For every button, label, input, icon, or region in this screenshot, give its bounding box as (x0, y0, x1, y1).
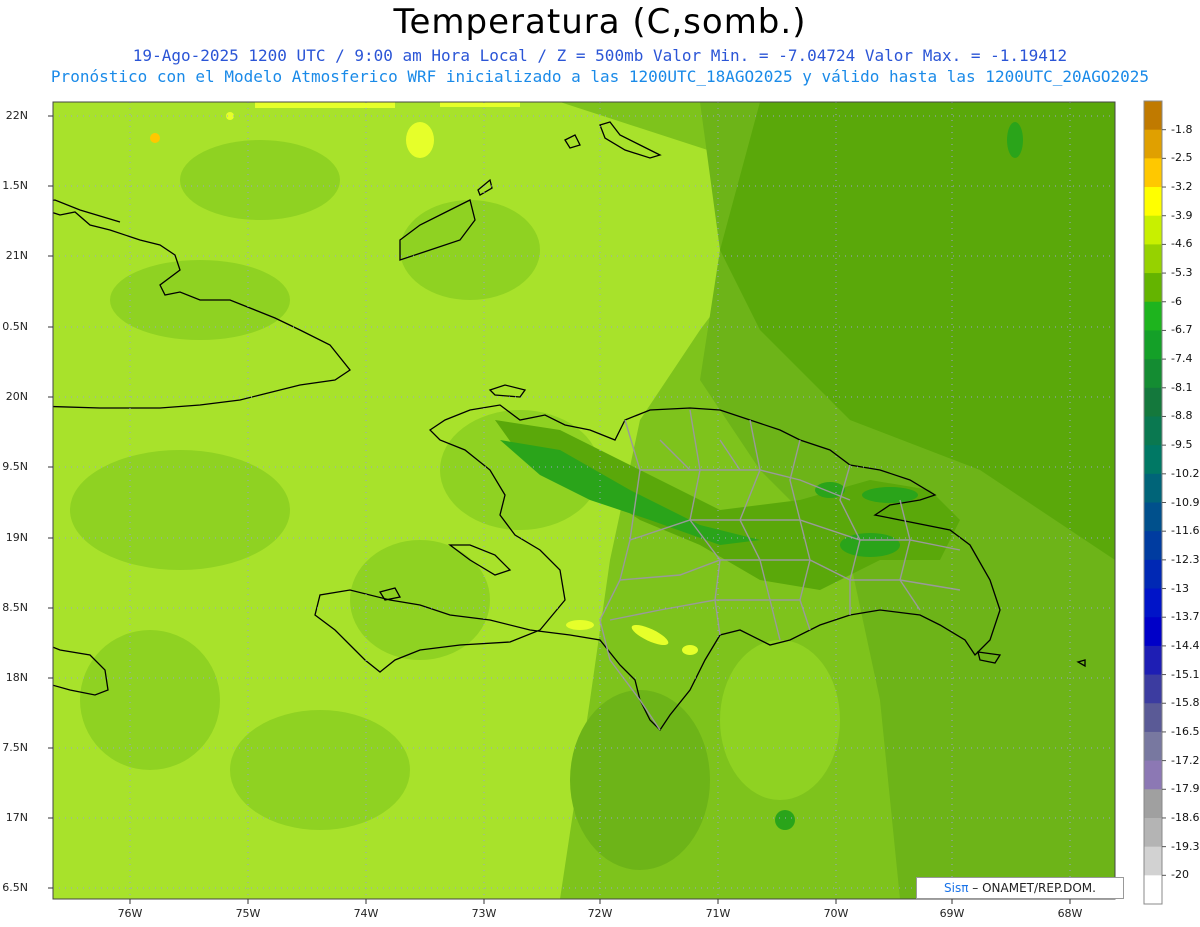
colorbar-label: -14.4 (1171, 638, 1200, 652)
colorbar-cell (1144, 846, 1162, 876)
pi-symbol: π (961, 881, 969, 895)
lat-label: 21N (5, 249, 28, 262)
lon-label: 72W (587, 907, 613, 920)
colorbar-cell (1144, 445, 1162, 475)
colorbar-label: -17.2 (1171, 753, 1200, 767)
lat-label: 7.5N (2, 741, 28, 754)
colorbar-cell (1144, 359, 1162, 389)
lon-label: 69W (939, 907, 965, 920)
lat-label: 8.5N (2, 601, 28, 614)
lon-label: 71W (705, 907, 731, 920)
colorbar-label: -1.8 (1171, 122, 1193, 136)
colorbar-cell (1144, 731, 1162, 762)
colorbar-label: -15.8 (1171, 696, 1200, 710)
lon-label: 74W (353, 907, 379, 920)
colorbar-label: -3.2 (1171, 180, 1193, 194)
colorbar-label: -13 (1171, 581, 1189, 595)
colorbar-label: -18.6 (1171, 810, 1200, 824)
lat-label: 17N (5, 811, 28, 824)
colorbar-cell (1144, 101, 1162, 131)
colorbar-cell (1144, 617, 1162, 647)
colorbar-cell (1144, 387, 1162, 417)
lat-label: 0.5N (2, 320, 28, 333)
lon-label: 76W (117, 907, 143, 920)
colorbar-cell (1144, 674, 1162, 704)
lat-label: 6.5N (2, 881, 28, 894)
colorbar-cell (1144, 158, 1162, 188)
colorbar-cell (1144, 875, 1162, 905)
colorbar-label: -8.1 (1171, 380, 1193, 394)
colorbar-label: -12.3 (1171, 552, 1200, 566)
colorbar-label: -10.9 (1171, 495, 1200, 509)
colorbar-cell (1144, 273, 1162, 303)
colorbar-cell (1144, 817, 1162, 848)
colorbar-cell (1144, 645, 1162, 676)
colorbar-label: -4.6 (1171, 237, 1193, 251)
colorbar-label: -15.1 (1171, 667, 1200, 681)
colorbar-label: -6 (1171, 294, 1182, 308)
colorbar-label: -7.4 (1171, 352, 1193, 366)
colorbar-label: -10.2 (1171, 466, 1200, 480)
colorbar-label: -16.5 (1171, 724, 1200, 738)
colorbar-label: -17.9 (1171, 782, 1200, 796)
lon-label: 75W (235, 907, 261, 920)
colorbar-cell (1144, 703, 1162, 733)
colorbar-cell (1144, 215, 1162, 245)
colorbar-cell (1144, 129, 1162, 159)
colorbar-cell (1144, 244, 1162, 274)
forecast-map (48, 100, 1166, 905)
colorbar-label: -13.7 (1171, 610, 1200, 624)
temperature-field (53, 102, 1115, 899)
colorbar-label: -11.6 (1171, 524, 1200, 538)
colorbar-cell (1144, 559, 1162, 590)
colorbar-cell (1144, 531, 1162, 561)
colorbar-cell (1144, 187, 1162, 217)
lon-label: 70W (823, 907, 849, 920)
colorbar-label: -9.5 (1171, 438, 1193, 452)
lon-label: 68W (1057, 907, 1083, 920)
credit-sis: Sis (944, 881, 962, 895)
lat-label: 9.5N (2, 460, 28, 473)
lat-label: 20N (5, 390, 28, 403)
colorbar-label: -8.8 (1171, 409, 1193, 423)
colorbar-label: -19.3 (1171, 839, 1200, 853)
colorbar-cell (1144, 330, 1162, 360)
colorbar-label: -2.5 (1171, 151, 1193, 165)
lat-label: 18N (5, 671, 28, 684)
colorbar-label: -6.7 (1171, 323, 1193, 337)
colorbar (1143, 100, 1166, 905)
credit-box: Sisπ – ONAMET/REP.DOM. (916, 877, 1124, 899)
lon-label: 73W (471, 907, 497, 920)
lat-label: 22N (5, 109, 28, 122)
lat-label: 19N (5, 531, 28, 544)
colorbar-cell (1144, 301, 1162, 331)
colorbar-cell (1144, 760, 1162, 790)
credit-text: – ONAMET/REP.DOM. (972, 881, 1096, 895)
colorbar-label: -20 (1171, 868, 1189, 882)
lat-label: 1.5N (2, 179, 28, 192)
colorbar-cell (1144, 588, 1162, 618)
colorbar-label: -5.3 (1171, 266, 1193, 280)
colorbar-cell (1144, 473, 1162, 503)
colorbar-cell (1144, 789, 1162, 819)
colorbar-cell (1144, 416, 1162, 446)
colorbar-label: -3.9 (1171, 208, 1193, 222)
colorbar-cell (1144, 502, 1162, 532)
